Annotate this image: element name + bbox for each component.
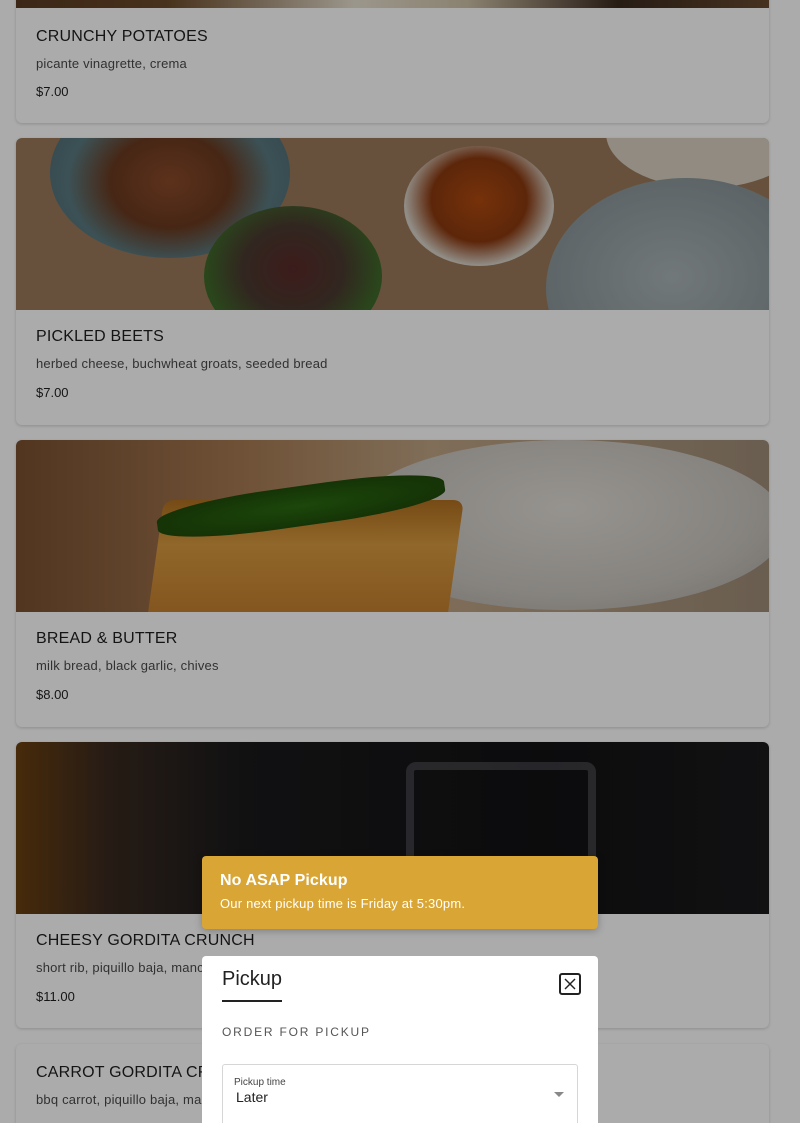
dialog-title: Pickup [222, 968, 283, 1002]
order-for-pickup-label: ORDER FOR PICKUP [222, 1025, 371, 1039]
toast-message: Our next pickup time is Friday at 5:30pm… [220, 896, 466, 911]
pickup-time-label: Pickup time [234, 1077, 286, 1088]
no-asap-pickup-toast: No ASAP Pickup Our next pickup time is F… [202, 856, 598, 929]
close-button[interactable] [559, 973, 581, 995]
pickup-dialog: Pickup ORDER FOR PICKUP Pickup time Late… [202, 956, 598, 1123]
modal-backdrop[interactable] [0, 0, 800, 1123]
toast-title: No ASAP Pickup [220, 872, 348, 889]
pickup-time-value: Later [236, 1089, 268, 1105]
close-icon [564, 978, 576, 990]
pickup-time-select[interactable]: Pickup time Later [222, 1064, 578, 1123]
chevron-down-icon [554, 1092, 564, 1097]
